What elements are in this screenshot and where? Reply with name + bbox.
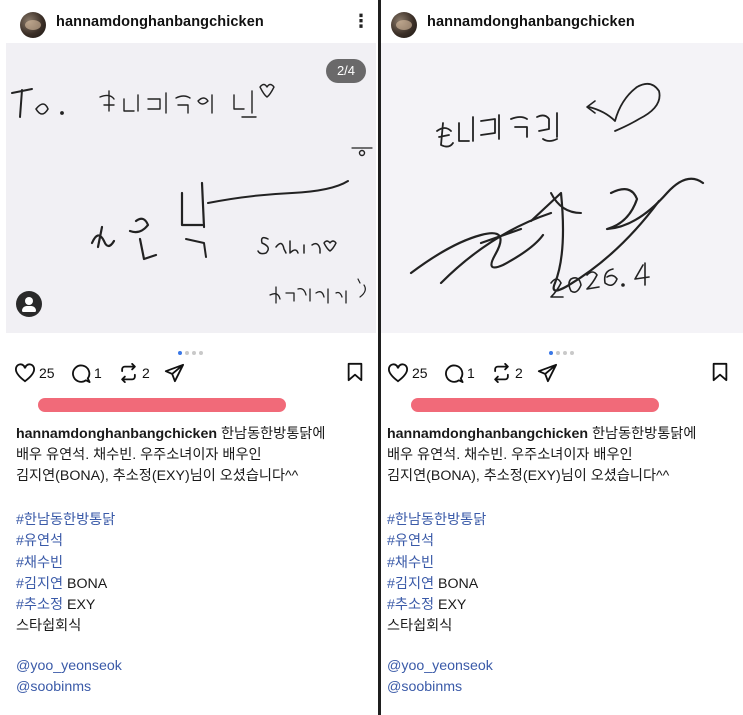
hashtag-extra: BONA — [63, 575, 108, 592]
carousel-dot-active — [177, 351, 182, 355]
hashtag-link[interactable]: #채수빈 — [387, 555, 434, 571]
carousel-dots — [176, 342, 204, 355]
repost-icon — [494, 363, 509, 383]
like-count: 25 — [39, 365, 55, 381]
hashtag-link[interactable]: #김지연 — [16, 576, 63, 592]
carousel-dots — [547, 342, 575, 355]
hashtag-link[interactable]: #추소정 — [16, 597, 63, 613]
hashtag-list: #한남동한방통닭 #유연석 #채수빈 #김지연 BONA #추소정 EXY 스타… — [16, 510, 115, 638]
mention-link[interactable]: @yoo_yeonseok — [16, 656, 122, 677]
repost-icon — [121, 363, 136, 383]
carousel-dot — [569, 351, 574, 355]
caption-text: 스타쉽회식 — [387, 618, 453, 635]
autograph-image — [409, 82, 705, 298]
comment-button[interactable]: 1 — [443, 360, 475, 386]
comment-icon — [445, 364, 464, 383]
like-button[interactable]: 25 — [14, 360, 55, 386]
comment-count: 1 — [94, 365, 102, 381]
mention-link[interactable]: @yoo_yeonseok — [387, 656, 493, 677]
carousel-dot-active — [548, 351, 553, 355]
post-caption: hannamdonghanbangchicken 한남동한방통닭에 배우 유연석… — [16, 424, 368, 487]
bookmark-icon[interactable] — [346, 362, 364, 385]
heart-icon — [388, 363, 408, 383]
caption-text: 스타쉽회식 — [16, 618, 82, 635]
caption-text: 배우 유연석. 채수빈. 우주소녀이자 배우인 — [387, 447, 633, 463]
caption-username[interactable]: hannamdonghanbangchicken — [387, 426, 588, 442]
carousel-counter: 2/4 — [326, 59, 366, 83]
hashtag-list: #한남동한방통닭 #유연석 #채수빈 #김지연 BONA #추소정 EXY 스타… — [387, 510, 486, 638]
comment-icon — [72, 364, 91, 383]
repost-count: 2 — [515, 365, 523, 381]
hashtag-extra: BONA — [434, 575, 479, 592]
hashtag-link[interactable]: #한남동한방통닭 — [16, 512, 115, 528]
action-bar: 25 1 2 — [387, 360, 729, 386]
hashtag-extra: EXY — [63, 597, 96, 614]
share-button[interactable] — [164, 360, 184, 386]
autograph-image — [11, 83, 373, 304]
mention-list: @yoo_yeonseok @soobinms — [16, 656, 122, 698]
caption-text: 한남동한방통닭에 — [217, 426, 326, 442]
redacted-text — [411, 398, 659, 412]
like-button[interactable]: 25 — [387, 360, 428, 386]
hashtag-link[interactable]: #채수빈 — [16, 555, 63, 571]
repost-count: 2 — [142, 365, 150, 381]
heart-icon — [15, 363, 35, 383]
username[interactable]: hannamdonghanbangchicken — [56, 14, 264, 30]
mention-link[interactable]: @soobinms — [16, 677, 122, 698]
carousel-dot — [184, 351, 189, 355]
repost-button[interactable]: 2 — [491, 360, 523, 386]
post-left: hannamdonghanbangchicken ⋮ 2/4 25 1 2 ha… — [0, 0, 378, 715]
share-icon — [164, 363, 184, 383]
hashtag-link[interactable]: #김지연 — [387, 576, 434, 592]
hashtag-link[interactable]: #유연석 — [387, 533, 434, 549]
repost-button[interactable]: 2 — [118, 360, 150, 386]
avatar[interactable] — [391, 12, 417, 38]
hashtag-link[interactable]: #유연석 — [16, 533, 63, 549]
person-tag-icon[interactable] — [16, 291, 42, 317]
redacted-text — [38, 398, 286, 412]
carousel-dot — [562, 351, 567, 355]
post-right: hannamdonghanbangchicken 25 1 2 hannamdo… — [381, 0, 743, 715]
more-icon[interactable]: ⋮ — [352, 10, 370, 32]
carousel-dot — [198, 351, 203, 355]
hashtag-link[interactable]: #추소정 — [387, 597, 434, 613]
comment-count: 1 — [467, 365, 475, 381]
avatar[interactable] — [20, 12, 46, 38]
caption-text: 배우 유연석. 채수빈. 우주소녀이자 배우인 — [16, 447, 262, 463]
like-count: 25 — [412, 365, 428, 381]
post-header: hannamdonghanbangchicken ⋮ — [0, 2, 378, 44]
caption-text: 한남동한방통닭에 — [588, 426, 697, 442]
post-caption: hannamdonghanbangchicken 한남동한방통닭에 배우 유연석… — [387, 424, 733, 487]
caption-text: 김지연(BONA), 추소정(EXY)님이 오셨습니다^^ — [387, 468, 670, 484]
bookmark-icon[interactable] — [711, 362, 729, 385]
comment-button[interactable]: 1 — [70, 360, 102, 386]
action-bar: 25 1 2 — [14, 360, 364, 386]
post-photo[interactable] — [381, 43, 743, 333]
mention-list: @yoo_yeonseok @soobinms — [387, 656, 493, 698]
username[interactable]: hannamdonghanbangchicken — [427, 14, 635, 30]
hashtag-extra: EXY — [434, 597, 467, 614]
caption-text: 김지연(BONA), 추소정(EXY)님이 오셨습니다^^ — [16, 468, 299, 484]
caption-username[interactable]: hannamdonghanbangchicken — [16, 426, 217, 442]
share-button[interactable] — [537, 360, 557, 386]
hashtag-link[interactable]: #한남동한방통닭 — [387, 512, 486, 528]
post-photo[interactable]: 2/4 — [6, 43, 376, 333]
carousel-dot — [191, 351, 196, 355]
share-icon — [537, 363, 557, 383]
carousel-dot — [555, 351, 560, 355]
mention-link[interactable]: @soobinms — [387, 677, 493, 698]
post-header: hannamdonghanbangchicken — [381, 2, 743, 44]
